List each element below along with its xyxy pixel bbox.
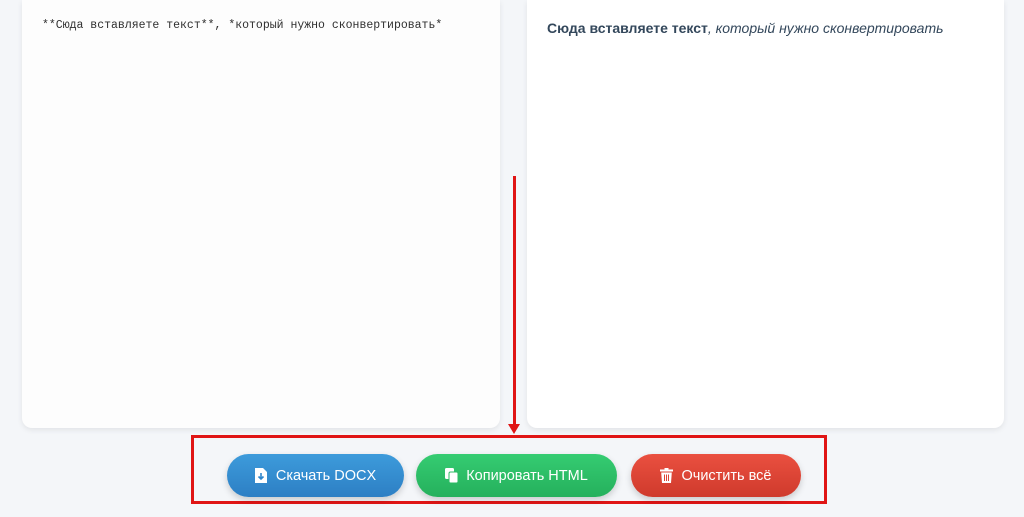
clear-all-button[interactable]: Очистить всё bbox=[631, 454, 801, 497]
trash-icon bbox=[660, 467, 674, 484]
preview-italic-text: , который нужно сконвертировать bbox=[707, 20, 944, 36]
download-docx-button[interactable]: Скачать DOCX bbox=[227, 454, 404, 497]
markdown-editor-text[interactable]: **Сюда вставляете текст**, *который нужн… bbox=[42, 19, 442, 32]
markdown-editor-panel[interactable]: **Сюда вставляете текст**, *который нужн… bbox=[22, 0, 500, 428]
preview-bold-text: Сюда вставляете текст bbox=[547, 20, 708, 36]
preview-content: Сюда вставляете текст, который нужно ско… bbox=[547, 20, 943, 36]
copy-html-button[interactable]: Копировать HTML bbox=[416, 454, 617, 497]
converter-page: **Сюда вставляете текст**, *который нужн… bbox=[0, 0, 1024, 517]
file-download-icon bbox=[254, 467, 269, 484]
clear-all-label: Очистить всё bbox=[681, 467, 772, 484]
annotation-arrow-line bbox=[513, 176, 516, 424]
copy-html-label: Копировать HTML bbox=[466, 467, 588, 484]
annotation-arrow-head bbox=[508, 424, 520, 434]
preview-panel: Сюда вставляете текст, который нужно ско… bbox=[527, 0, 1004, 428]
copy-icon bbox=[445, 467, 459, 484]
download-docx-label: Скачать DOCX bbox=[275, 467, 377, 484]
